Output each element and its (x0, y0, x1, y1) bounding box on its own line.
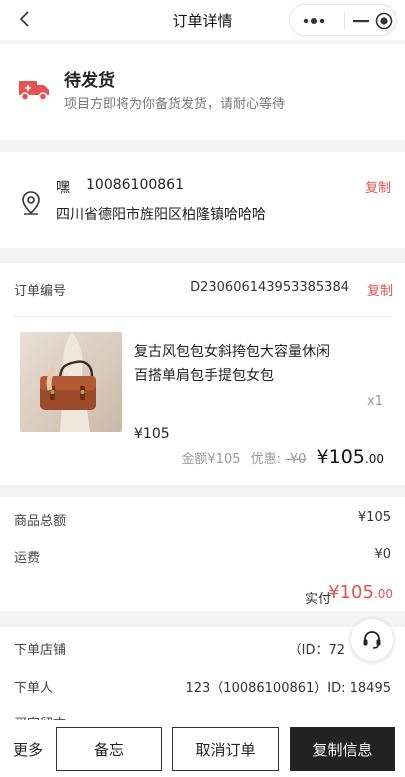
status-subtitle: 项目方即将为你备货发货，请耐心等待 (64, 97, 286, 112)
more-actions-button[interactable]: 更多 (13, 739, 43, 760)
product-total-decimal: .00 (364, 452, 384, 466)
shipping-label: 运费 (14, 551, 41, 566)
shipping-value: ¥0 (374, 547, 391, 562)
recipient-name: 嘿 (56, 180, 70, 196)
order-number-label: 订单编号 (14, 284, 67, 299)
order-status-card: 待发货 项目方即将为你备货发货，请耐心等待 (0, 44, 405, 140)
memo-button[interactable]: 备忘 (56, 727, 162, 771)
recipient-address: 四川省德阳市旌阳区柏隆镇哈哈哈 (56, 207, 266, 223)
product-total-integer: ¥105 (316, 446, 365, 468)
copy-info-button[interactable]: 复制信息 (290, 727, 395, 771)
copy-order-number-button[interactable]: 复制 (367, 280, 393, 299)
divider (14, 316, 391, 317)
buyer-value: 123（10086100861）ID: 18495 (185, 681, 391, 696)
more-dots-icon[interactable] (302, 13, 328, 29)
paid-label: 实付 (304, 592, 331, 607)
order-detail-card: 订单编号 D230606143953385384 复制 复古风包包女斜挎包大容量… (0, 263, 405, 485)
shipping-address-card: 嘿 10086100861 四川省德阳市旌阳区柏隆镇哈哈哈 复制 (0, 152, 405, 248)
top-nav-bar: 订单详情 (0, 0, 405, 40)
location-pin-icon (22, 191, 40, 215)
product-unit-price: ¥105 (134, 426, 170, 442)
paid-amount-integer: ¥105 (328, 582, 374, 603)
minimize-icon[interactable] (352, 13, 370, 29)
close-target-icon[interactable] (375, 12, 393, 30)
mini-program-capsule (289, 4, 397, 36)
headset-icon (363, 631, 381, 649)
store-value: （ID：72 (288, 643, 345, 658)
cancel-order-button[interactable]: 取消订单 (172, 727, 279, 771)
status-title: 待发货 (64, 71, 115, 91)
paid-amount: ¥105.00 (328, 582, 393, 603)
paid-amount-decimal: .00 (373, 587, 393, 601)
store-label: 下单店铺 (14, 643, 67, 658)
handbag-illustration (40, 332, 96, 432)
product-quantity: x1 (367, 394, 383, 409)
product-name[interactable]: 复古风包包女斜挎包大容量休闲百搭单肩包手提包女包 (134, 340, 339, 388)
discount-label: 优惠: (250, 452, 282, 467)
bottom-action-bar: 更多 备忘 取消订单 复制信息 (0, 720, 405, 777)
copy-address-button[interactable]: 复制 (365, 177, 391, 196)
customer-service-button[interactable] (351, 619, 393, 661)
discount-value: -¥0 (285, 452, 307, 467)
order-number: D230606143953385384 (190, 280, 349, 295)
buyer-label: 下单人 (14, 681, 54, 696)
recipient-phone: 10086100861 (86, 177, 184, 193)
product-image[interactable] (20, 332, 122, 432)
product-amount-summary: 金额¥105 优惠: -¥0 ¥105.00 (181, 446, 384, 468)
goods-total-label: 商品总额 (14, 514, 67, 529)
capsule-divider (344, 12, 345, 30)
truck-icon (19, 81, 49, 101)
goods-total-value: ¥105 (357, 510, 391, 525)
amount-label: 金额¥105 (181, 452, 241, 467)
price-summary-card: 商品总额 ¥105 运费 ¥0 实付 ¥105.00 (0, 497, 405, 611)
